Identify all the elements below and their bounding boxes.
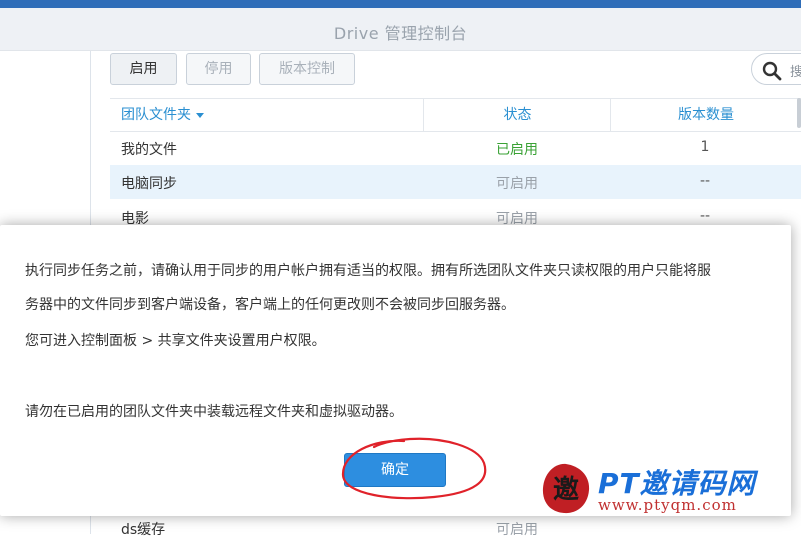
dialog-text-line: 请勿在已启用的团队文件夹中装载远程文件夹和虚拟驱动器。 <box>25 404 403 420</box>
window-title: Drive 管理控制台 <box>333 24 468 43</box>
column-header-status[interactable]: 状态 <box>423 99 611 131</box>
folder-name: 电脑同步 <box>121 176 177 192</box>
status-cell: 可启用 <box>496 522 538 538</box>
search-icon <box>762 61 782 81</box>
column-header-versions[interactable]: 版本数量 <box>610 99 801 131</box>
sort-caret-icon <box>196 112 204 118</box>
versions-cell: -- <box>699 208 711 224</box>
versions-cell: 1 <box>700 139 710 155</box>
disable-button[interactable]: 停用 <box>186 53 251 85</box>
folder-name: 我的文件 <box>121 142 177 158</box>
top-strip <box>0 0 801 8</box>
versions-cell: -- <box>699 173 711 189</box>
column-header-folder[interactable]: 团队文件夹 <box>121 99 204 131</box>
status-cell: 可启用 <box>496 176 538 192</box>
status-cell: 已启用 <box>496 142 538 158</box>
watermark-logo-icon: 邀 <box>542 463 590 514</box>
search-placeholder: 搜 <box>790 65 801 80</box>
search-field[interactable]: 搜 <box>751 53 801 85</box>
dialog-text-line: 务器中的文件同步到客户端设备，客户端上的任何更改则不会被同步回服务器。 <box>25 297 515 313</box>
watermark: 邀 PT邀请码网 www.ptyqm.com <box>540 458 790 522</box>
table-row[interactable]: 电脑同步 可启用 -- <box>110 165 801 199</box>
dialog-text-line: 执行同步任务之前，请确认用于同步的用户帐户拥有适当的权限。拥有所选团队文件夹只读… <box>25 263 711 279</box>
dialog-text-line: 您可进入控制面板 > 共享文件夹设置用户权限。 <box>25 333 326 349</box>
version-control-button[interactable]: 版本控制 <box>259 53 355 85</box>
watermark-url: www.ptyqm.com <box>598 496 737 514</box>
table-row[interactable]: 我的文件 已启用 1 <box>110 131 801 165</box>
annotation-circle <box>341 437 487 500</box>
scrollbar[interactable] <box>797 98 801 128</box>
svg-text:邀: 邀 <box>553 475 579 505</box>
enable-button[interactable]: 启用 <box>110 53 177 85</box>
grid-header: 团队文件夹 状态 版本数量 <box>110 98 801 132</box>
folder-name: ds缓存 <box>121 522 166 538</box>
title-bar: Drive 管理控制台 <box>0 8 801 51</box>
